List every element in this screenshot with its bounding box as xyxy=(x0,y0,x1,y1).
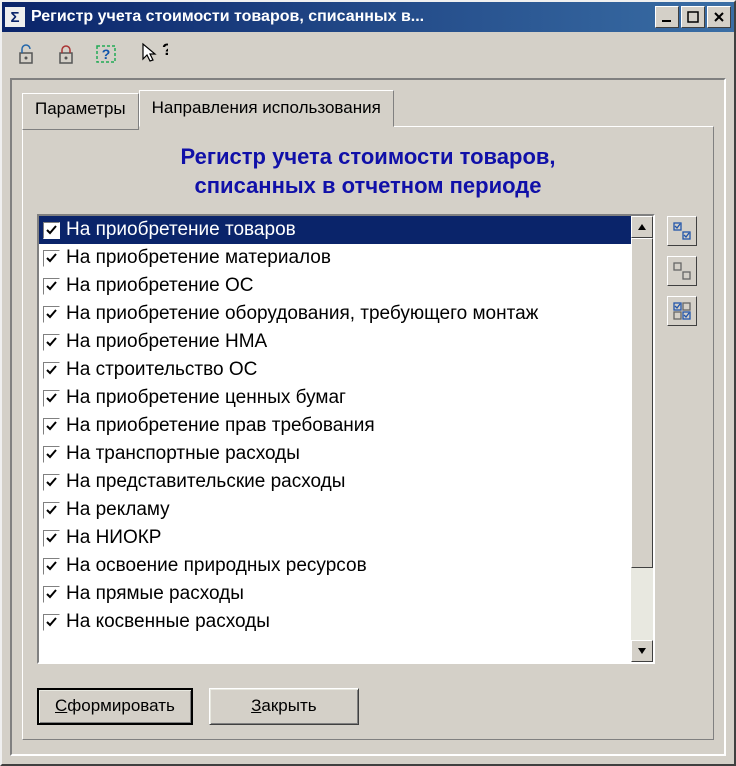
scroll-down-button[interactable] xyxy=(631,640,653,662)
checkbox-icon[interactable] xyxy=(43,278,60,295)
list-item-label: На косвенные расходы xyxy=(66,609,270,635)
checkbox-icon[interactable] xyxy=(43,446,60,463)
invert-selection-button[interactable] xyxy=(667,296,697,326)
checkbox-icon[interactable] xyxy=(43,530,60,547)
scroll-track[interactable] xyxy=(631,238,653,640)
list-item-label: На транспортные расходы xyxy=(66,441,300,467)
list-item[interactable]: На освоение природных ресурсов xyxy=(39,552,631,580)
lock-closed-icon[interactable] xyxy=(52,40,80,68)
list-item-label: На рекламу xyxy=(66,497,170,523)
checkbox-icon[interactable] xyxy=(43,222,60,239)
maximize-button[interactable] xyxy=(681,6,705,28)
generate-button[interactable]: Сформировать xyxy=(37,688,193,725)
list-frame: На приобретение товаровНа приобретение м… xyxy=(37,214,655,664)
list-item[interactable]: На приобретение ценных бумаг xyxy=(39,384,631,412)
tab-directions[interactable]: Направления использования xyxy=(139,90,394,127)
list-item[interactable]: На прямые расходы xyxy=(39,580,631,608)
scroll-up-button[interactable] xyxy=(631,216,653,238)
minimize-button[interactable] xyxy=(655,6,679,28)
list-item[interactable]: На представительские расходы xyxy=(39,468,631,496)
list-item[interactable]: На транспортные расходы xyxy=(39,440,631,468)
checkbox-icon[interactable] xyxy=(43,390,60,407)
checkbox-icon[interactable] xyxy=(43,418,60,435)
list-item-label: На приобретение НМА xyxy=(66,329,267,355)
list-item[interactable]: На НИОКР xyxy=(39,524,631,552)
checkbox-icon[interactable] xyxy=(43,334,60,351)
vertical-scrollbar[interactable] xyxy=(631,216,653,662)
close-button[interactable] xyxy=(707,6,731,28)
close-dialog-button[interactable]: Закрыть xyxy=(209,688,359,725)
checkbox-icon[interactable] xyxy=(43,558,60,575)
list-item-label: На приобретение прав требования xyxy=(66,413,375,439)
checkbox-icon[interactable] xyxy=(43,250,60,267)
list-item[interactable]: На приобретение НМА xyxy=(39,328,631,356)
tab-strip: Параметры Направления использования xyxy=(22,90,714,127)
list-item-label: На приобретение оборудования, требующего… xyxy=(66,301,538,327)
list-item[interactable]: На приобретение ОС xyxy=(39,272,631,300)
page-heading: Регистр учета стоимости товаров, списанн… xyxy=(37,143,699,200)
list-item[interactable]: На косвенные расходы xyxy=(39,608,631,636)
checkbox-icon[interactable] xyxy=(43,586,60,603)
cursor-help-icon[interactable]: ? xyxy=(140,40,168,68)
check-all-button[interactable] xyxy=(667,216,697,246)
list-item[interactable]: На рекламу xyxy=(39,496,631,524)
list-item[interactable]: На приобретение прав требования xyxy=(39,412,631,440)
svg-text:?: ? xyxy=(102,46,111,62)
list-item-label: На приобретение товаров xyxy=(66,217,296,243)
window-controls xyxy=(655,6,731,28)
lock-open-icon[interactable] xyxy=(12,40,40,68)
list-item-label: На прямые расходы xyxy=(66,581,244,607)
uncheck-all-button[interactable] xyxy=(667,256,697,286)
toolbar: ? ? xyxy=(2,32,734,76)
help-icon[interactable]: ? xyxy=(92,40,120,68)
list-area: На приобретение товаровНа приобретение м… xyxy=(37,214,699,664)
svg-text:?: ? xyxy=(162,41,168,59)
list-item-label: На строительство ОС xyxy=(66,357,257,383)
tab-body: Регистр учета стоимости товаров, списанн… xyxy=(22,126,714,740)
list-scroll: На приобретение товаровНа приобретение м… xyxy=(39,216,631,662)
list-item-label: На НИОКР xyxy=(66,525,161,551)
titlebar: Σ Регистр учета стоимости товаров, списа… xyxy=(2,2,734,32)
scroll-thumb[interactable] xyxy=(631,238,653,568)
checkbox-icon[interactable] xyxy=(43,306,60,323)
side-buttons xyxy=(665,214,699,664)
checkbox-icon[interactable] xyxy=(43,362,60,379)
list-item-label: На приобретение материалов xyxy=(66,245,331,271)
list-item-label: На приобретение ОС xyxy=(66,273,254,299)
tab-parameters[interactable]: Параметры xyxy=(22,93,139,130)
list-item[interactable]: На приобретение материалов xyxy=(39,244,631,272)
content-panel: Параметры Направления использования Реги… xyxy=(10,78,726,756)
list-item[interactable]: На приобретение товаров xyxy=(39,216,631,244)
list-item[interactable]: На строительство ОС xyxy=(39,356,631,384)
app-icon: Σ xyxy=(5,7,25,27)
bottom-bar: Сформировать Закрыть xyxy=(37,678,699,725)
list-item-label: На приобретение ценных бумаг xyxy=(66,385,346,411)
app-window: Σ Регистр учета стоимости товаров, списа… xyxy=(0,0,736,766)
checklist[interactable]: На приобретение товаровНа приобретение м… xyxy=(39,216,631,662)
heading-line1: Регистр учета стоимости товаров, xyxy=(37,143,699,172)
checkbox-icon[interactable] xyxy=(43,474,60,491)
checkbox-icon[interactable] xyxy=(43,614,60,631)
checkbox-icon[interactable] xyxy=(43,502,60,519)
list-item-label: На представительские расходы xyxy=(66,469,345,495)
list-item[interactable]: На приобретение оборудования, требующего… xyxy=(39,300,631,328)
heading-line2: списанных в отчетном периоде xyxy=(37,172,699,201)
list-item-label: На освоение природных ресурсов xyxy=(66,553,367,579)
window-title: Регистр учета стоимости товаров, списанн… xyxy=(31,8,655,26)
